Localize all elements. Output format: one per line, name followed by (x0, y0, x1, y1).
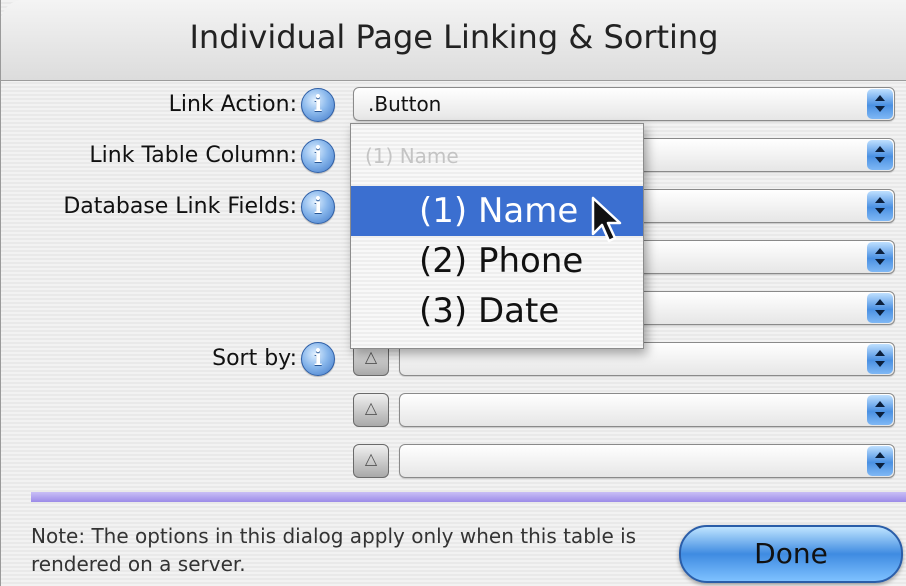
info-icon[interactable]: i (301, 88, 335, 122)
info-icon-glyph: i (313, 193, 323, 219)
dialog-note: Note: The options in this dialog apply o… (31, 524, 637, 576)
popup-arrows-icon (867, 446, 893, 476)
info-icon[interactable]: i (301, 190, 335, 224)
link-table-column-label: Link Table Column: (89, 143, 297, 168)
popup-arrows-icon (867, 242, 893, 272)
menu-item-disabled: (1) Name (365, 144, 459, 168)
divider (31, 492, 906, 502)
done-button[interactable]: Done (679, 525, 903, 583)
dialog-window: Individual Page Linking & Sorting Link A… (0, 0, 906, 586)
info-icon-glyph: i (313, 142, 323, 168)
sort-direction-icon: △ (364, 449, 378, 468)
info-icon[interactable]: i (301, 139, 335, 173)
sort-field-popup[interactable] (399, 393, 895, 427)
sort-direction-icon: △ (364, 347, 378, 366)
sort-direction-button[interactable]: △ (353, 444, 389, 478)
popup-arrows-icon (867, 344, 893, 374)
info-icon-glyph: i (313, 345, 323, 371)
sort-direction-icon: △ (364, 398, 378, 417)
link-action-label: Link Action: (168, 92, 297, 117)
mouse-cursor-icon (591, 196, 622, 243)
menu-item-label: (3) Date (419, 291, 560, 331)
popup-arrows-icon (867, 140, 893, 170)
popup-arrows-icon (867, 395, 893, 425)
sort-field-popup[interactable] (399, 444, 895, 478)
popup-arrows-icon (867, 89, 893, 119)
popup-arrows-icon (867, 293, 893, 323)
sort-direction-button[interactable]: △ (353, 393, 389, 427)
menu-item-label: (1) Name (419, 191, 579, 231)
menu-item-date[interactable]: (3) Date (351, 286, 643, 336)
info-icon[interactable]: i (301, 342, 335, 376)
link-action-popup[interactable]: .Button (353, 87, 895, 121)
title-bar[interactable]: Individual Page Linking & Sorting (1, 0, 906, 81)
database-link-fields-label: Database Link Fields: (63, 194, 297, 219)
link-action-value: .Button (368, 92, 442, 116)
dialog-title: Individual Page Linking & Sorting (189, 18, 719, 56)
done-button-label: Done (754, 537, 828, 570)
menu-item-label: (2) Phone (419, 241, 584, 281)
sort-by-label: Sort by: (212, 346, 297, 371)
info-icon-glyph: i (313, 91, 323, 117)
popup-arrows-icon (867, 191, 893, 221)
